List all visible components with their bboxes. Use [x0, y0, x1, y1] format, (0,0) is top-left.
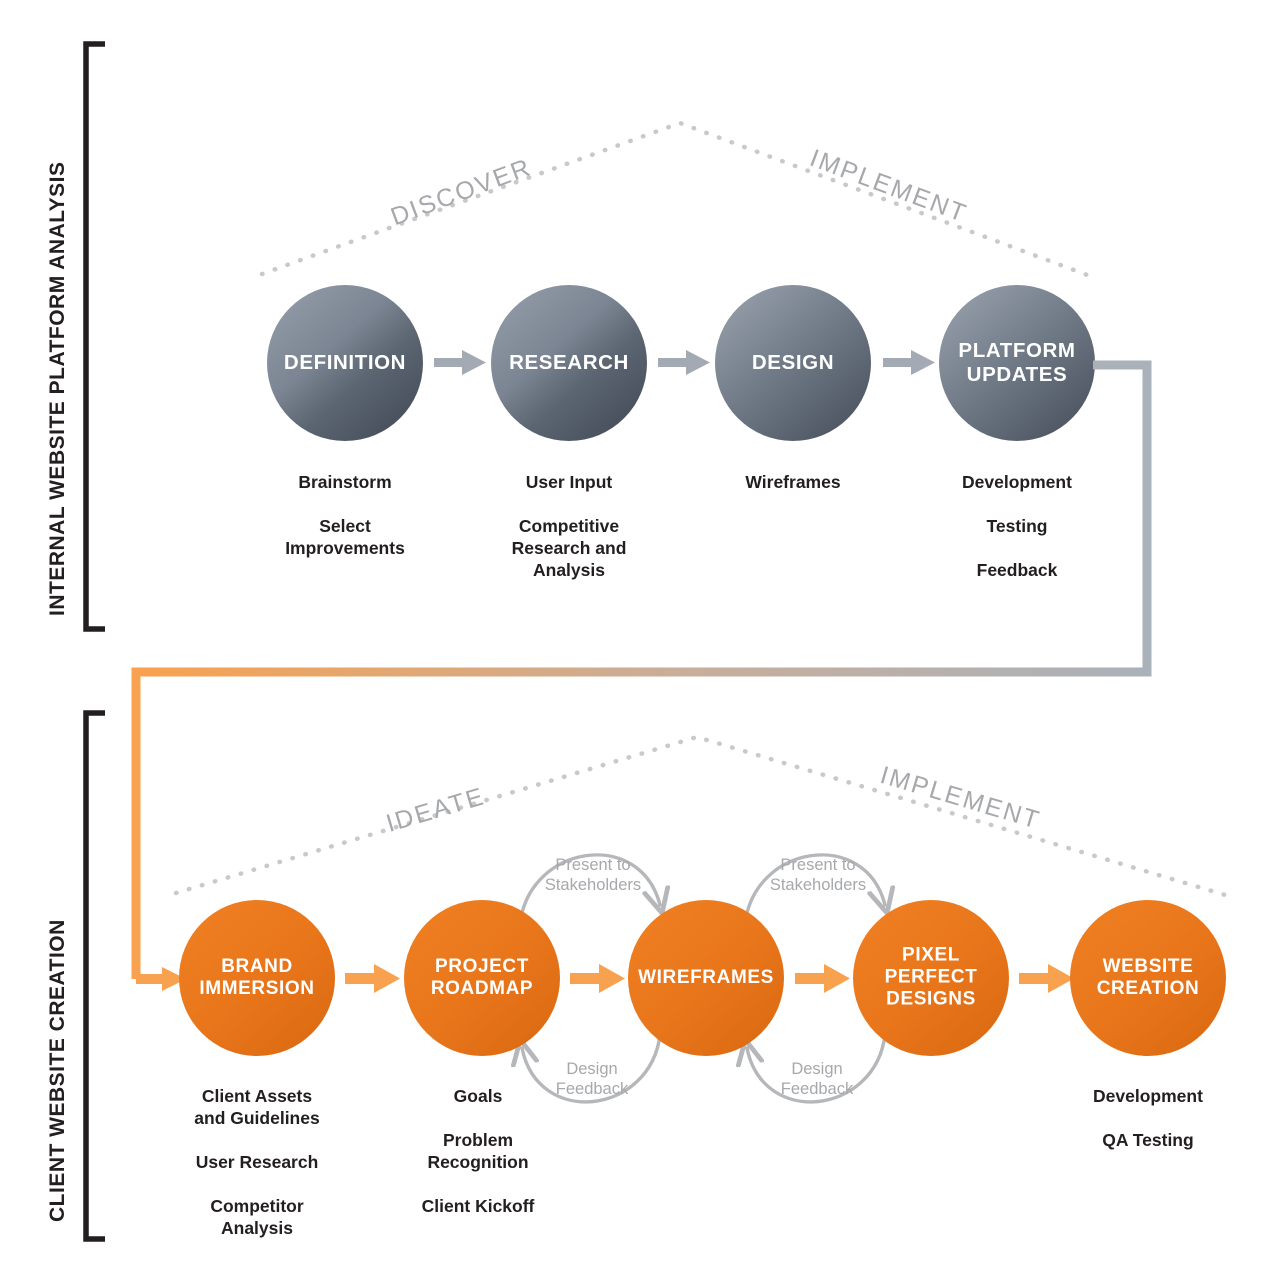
node-circle-platform-updates	[939, 285, 1095, 441]
node-circle-project-roadmap	[404, 900, 560, 1056]
node-caption-platform-updates: Development Testing Feedback	[962, 472, 1072, 581]
node-circle-wireframes	[628, 900, 784, 1056]
loop-label-present-to-stakeholders-1: Present to Stakeholders	[544, 856, 642, 894]
bottom-section-bracket	[83, 710, 105, 1242]
node-caption-definition: Brainstorm Select Improvements	[285, 472, 405, 559]
section-label-internal-website-platform-analysis: INTERNAL WEBSITE PLATFORM ANALYSIS	[46, 161, 69, 616]
node-circle-pixel-perfect-designs	[853, 900, 1009, 1056]
node-circle-website-creation	[1070, 900, 1226, 1056]
node-caption-website-creation: Development QA Testing	[1093, 1086, 1203, 1151]
arrow-wireframes-pixelperfect	[795, 964, 850, 993]
arrow-definition-research	[434, 350, 486, 375]
section-connector-path	[131, 360, 1152, 991]
arrow-brand-roadmap	[345, 964, 400, 993]
arrow-design-platform	[883, 350, 935, 375]
bottom-phase-dotted-arc	[173, 734, 1235, 900]
loop-label-design-feedback-2: Design Feedback	[780, 1060, 854, 1098]
node-circle-definition	[267, 285, 423, 441]
node-circle-brand-immersion	[179, 900, 335, 1056]
node-caption-research: User Input Competitive Research and Anal…	[511, 472, 627, 581]
node-caption-brand-immersion: Client Assets and Guidelines User Resear…	[194, 1086, 320, 1239]
node-caption-design: Wireframes	[745, 472, 841, 492]
arrow-research-design	[658, 350, 710, 375]
section-label-client-website-creation: CLIENT WEBSITE CREATION	[46, 919, 69, 1222]
node-caption-project-roadmap: Goals Problem Recognition Client Kickoff	[421, 1086, 535, 1217]
node-circle-design	[715, 285, 871, 441]
arrow-pixelperfect-website	[1019, 964, 1074, 993]
process-diagram: INTERNAL WEBSITE PLATFORM ANALYSIS CLIEN…	[0, 0, 1284, 1275]
node-circle-research	[491, 285, 647, 441]
arrow-roadmap-wireframes	[570, 964, 625, 993]
loop-label-present-to-stakeholders-2: Present to Stakeholders	[769, 856, 867, 894]
top-section-bracket	[83, 41, 105, 632]
